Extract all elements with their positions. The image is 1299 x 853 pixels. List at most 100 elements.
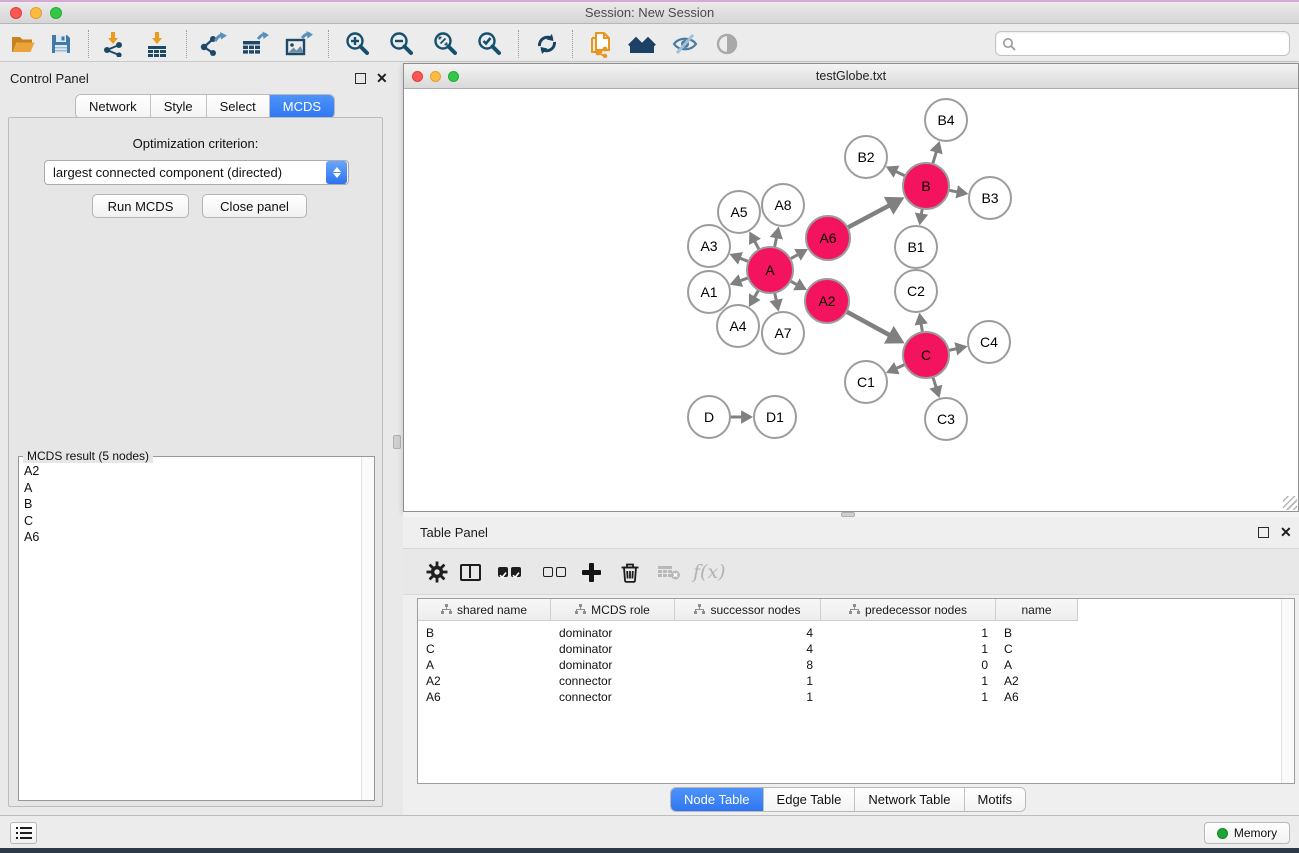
graph-edge-C-C2[interactable] (921, 324, 922, 333)
graph-edge-A-A6[interactable] (790, 254, 798, 258)
save-session-icon[interactable] (44, 29, 78, 59)
graph-edge-A-A5[interactable] (755, 241, 760, 250)
float-panel-icon[interactable] (355, 73, 366, 84)
graph-node-A3[interactable]: A3 (688, 225, 730, 267)
table-row[interactable]: C dominator 4 1 C (418, 641, 1280, 657)
close-panel-icon[interactable]: ✕ (376, 73, 388, 84)
zoom-out-icon[interactable] (384, 29, 418, 59)
search-input[interactable] (1020, 37, 1283, 51)
column-header-predecessor-nodes[interactable]: predecessor nodes (821, 599, 996, 621)
graph-edge-A-A2[interactable] (790, 281, 797, 285)
tab-mcds[interactable]: MCDS (270, 95, 334, 118)
deselect-all-rows-icon[interactable] (543, 557, 566, 587)
graph-edge-A-A1[interactable] (740, 278, 748, 281)
graph-node-B2[interactable]: B2 (845, 136, 887, 178)
tab-network[interactable]: Network (76, 95, 151, 118)
network-window-title-bar[interactable]: testGlobe.txt (404, 64, 1298, 89)
hide-selected-eye-icon[interactable] (668, 29, 702, 59)
graph-edge-B-B3[interactable] (949, 190, 958, 192)
tab-style[interactable]: Style (151, 95, 207, 118)
close-panel-button[interactable]: Close panel (202, 194, 307, 218)
vertical-split-divider[interactable] (391, 62, 403, 815)
zoom-fit-icon[interactable] (428, 29, 462, 59)
list-item[interactable]: A2 (24, 463, 360, 480)
graph-edge-A6-B[interactable] (847, 205, 889, 227)
graph-node-A6[interactable]: A6 (806, 216, 850, 260)
network-canvas[interactable]: A A1 A2 A3 A4 A5 A6 A7 A8 B B1 B2 B3B4 C C1 C2 C3C4 D D1 (404, 89, 1298, 511)
run-mcds-button[interactable]: Run MCDS (92, 194, 189, 218)
table-row[interactable]: A2 connector 1 1 A2 (418, 673, 1280, 689)
memory-button[interactable]: Memory (1204, 822, 1290, 844)
graph-edge-A-A7[interactable] (775, 293, 777, 301)
open-session-icon[interactable] (6, 29, 40, 59)
task-history-button[interactable] (10, 822, 37, 844)
scrollbar[interactable] (1281, 599, 1294, 783)
export-table-icon[interactable] (238, 29, 272, 59)
import-table-icon[interactable] (140, 29, 174, 59)
list-item[interactable]: A6 (24, 529, 360, 546)
export-network-icon[interactable] (196, 29, 230, 59)
graph-edge-B-B4[interactable] (933, 152, 937, 164)
criterion-dropdown[interactable]: largest connected component (directed) (44, 160, 349, 185)
graph-node-D[interactable]: D (688, 396, 730, 438)
graph-node-A7[interactable]: A7 (762, 312, 804, 354)
column-header-name[interactable]: name (996, 599, 1078, 621)
close-panel-icon[interactable]: ✕ (1280, 527, 1292, 538)
graph-edge-C-C3[interactable] (933, 377, 936, 388)
graph-node-A4[interactable]: A4 (717, 305, 759, 347)
float-panel-icon[interactable] (1258, 527, 1269, 538)
graph-node-B3[interactable]: B3 (969, 177, 1011, 219)
graph-node-B[interactable]: B (903, 163, 949, 209)
graph-node-A1[interactable]: A1 (688, 271, 730, 313)
graph-node-C4[interactable]: C4 (968, 321, 1010, 363)
new-network-from-selection-icon[interactable] (584, 29, 618, 59)
table-row[interactable]: B dominator 4 1 B (418, 625, 1280, 641)
column-header-successor-nodes[interactable]: successor nodes (675, 599, 821, 621)
tab-node-table[interactable]: Node Table (671, 788, 764, 811)
mcds-result-list[interactable]: A2 A B C A6 (20, 461, 360, 799)
table-row[interactable]: A6 connector 1 1 A6 (418, 689, 1280, 705)
graph-node-B4[interactable]: B4 (925, 99, 967, 141)
zoom-in-icon[interactable] (340, 29, 374, 59)
graph-edge-A-A3[interactable] (740, 258, 749, 261)
graph-node-C[interactable]: C (903, 332, 949, 378)
graph-node-A[interactable]: A (747, 247, 793, 293)
delete-column-trash-icon[interactable] (619, 557, 641, 587)
table-row[interactable]: A dominator 8 0 A (418, 657, 1280, 673)
scrollbar[interactable] (361, 457, 374, 800)
import-network-icon[interactable] (96, 29, 130, 59)
network-graph[interactable]: A A1 A2 A3 A4 A5 A6 A7 A8 B B1 B2 B3B4 C C1 C2 C3C4 D D1 (404, 89, 1298, 511)
tab-motifs[interactable]: Motifs (965, 788, 1026, 811)
graph-node-A2[interactable]: A2 (805, 279, 849, 323)
select-all-rows-icon[interactable] (498, 557, 521, 587)
graph-node-A8[interactable]: A8 (762, 184, 804, 226)
graph-node-B1[interactable]: B1 (895, 226, 937, 268)
column-header-shared-name[interactable]: shared name (418, 599, 551, 621)
search-box[interactable] (995, 31, 1290, 56)
first-neighbors-icon[interactable] (626, 29, 660, 59)
table-settings-gear-icon[interactable] (425, 557, 449, 587)
list-item[interactable]: C (24, 513, 360, 530)
list-item[interactable]: A (24, 480, 360, 497)
tab-select[interactable]: Select (207, 95, 270, 118)
graph-node-D1[interactable]: D1 (754, 396, 796, 438)
zoom-selected-icon[interactable] (472, 29, 506, 59)
graph-edge-A-A8[interactable] (775, 237, 777, 247)
add-column-icon[interactable] (582, 557, 601, 587)
resize-grip-icon[interactable] (1283, 496, 1297, 510)
graph-edge-A2-C[interactable] (846, 312, 890, 336)
list-item[interactable]: B (24, 496, 360, 513)
graph-edge-A-A4[interactable] (754, 290, 758, 297)
split-view-icon[interactable] (460, 557, 481, 587)
graph-node-C2[interactable]: C2 (895, 270, 937, 312)
show-all-eye-icon[interactable] (710, 29, 744, 59)
refresh-icon[interactable] (530, 29, 564, 59)
graph-node-A5[interactable]: A5 (718, 191, 760, 233)
tab-edge-table[interactable]: Edge Table (764, 788, 856, 811)
divider-grip[interactable] (393, 435, 401, 449)
graph-node-C1[interactable]: C1 (845, 361, 887, 403)
graph-edge-C-C1[interactable] (896, 364, 905, 368)
graph-node-C3[interactable]: C3 (925, 398, 967, 440)
export-image-icon[interactable] (282, 29, 316, 59)
column-header-mcds-role[interactable]: MCDS role (551, 599, 675, 621)
